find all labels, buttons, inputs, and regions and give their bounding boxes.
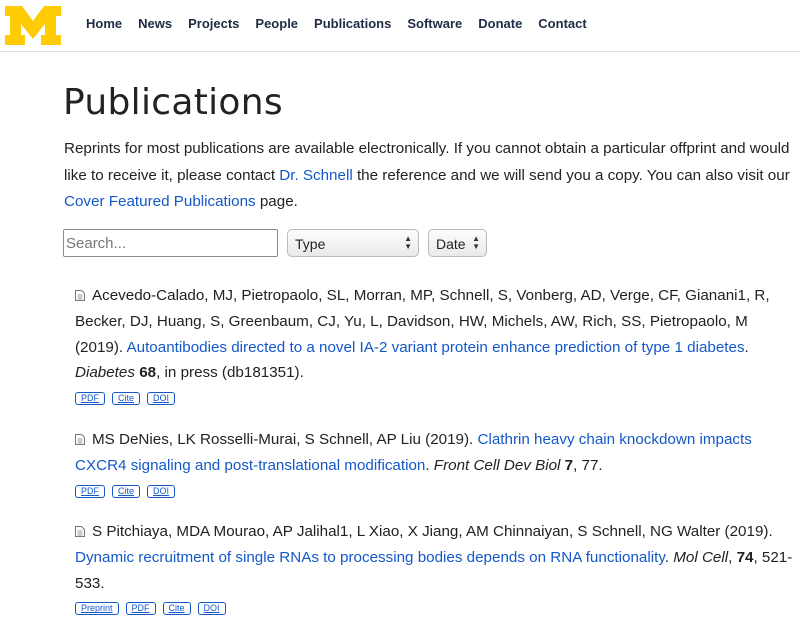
document-icon bbox=[75, 434, 85, 445]
intro-text-middle: the reference and we will send you a cop… bbox=[352, 166, 790, 184]
pub-badges: PDF Cite DOI bbox=[75, 484, 795, 498]
publication-item: Acevedo-Calado, MJ, Pietropaolo, SL, Mor… bbox=[75, 283, 795, 406]
document-icon bbox=[75, 290, 85, 301]
pub-title-link[interactable]: Autoantibodies directed to a novel IA-2 … bbox=[127, 339, 745, 356]
cite-button[interactable]: Cite bbox=[112, 392, 141, 406]
nav-publications[interactable]: Publications bbox=[314, 16, 391, 31]
pdf-button[interactable]: PDF bbox=[75, 392, 105, 406]
university-logo-icon[interactable] bbox=[5, 6, 61, 45]
pub-badges: Preprint PDF Cite DOI bbox=[75, 602, 795, 616]
main-nav: Home News Projects People Publications S… bbox=[86, 16, 603, 31]
doi-button[interactable]: DOI bbox=[197, 602, 226, 616]
pub-separator: . bbox=[425, 456, 434, 474]
nav-contact[interactable]: Contact bbox=[538, 16, 586, 31]
type-select[interactable]: Type ▲ ▼ bbox=[287, 229, 419, 257]
publication-item: S Pitchiaya, MDA Mourao, AP Jalihal1, L … bbox=[75, 519, 795, 616]
pub-volume: 7 bbox=[564, 456, 574, 474]
citation: Acevedo-Calado, MJ, Pietropaolo, SL, Mor… bbox=[75, 283, 795, 386]
site-header: Home News Projects People Publications S… bbox=[0, 0, 800, 52]
pub-journal: Mol Cell bbox=[673, 548, 729, 566]
pub-badges: PDF Cite DOI bbox=[75, 392, 795, 406]
pub-journal: Diabetes bbox=[75, 364, 135, 382]
pub-authors-year: S Pitchiaya, MDA Mourao, AP Jalihal1, L … bbox=[92, 523, 773, 540]
nav-news[interactable]: News bbox=[138, 16, 172, 31]
date-select[interactable]: Date ▲ ▼ bbox=[428, 229, 487, 257]
date-select-label: Date bbox=[436, 236, 466, 252]
cite-button[interactable]: Cite bbox=[162, 602, 191, 616]
pub-pages: , in press (db181351). bbox=[156, 364, 304, 382]
type-select-label: Type bbox=[295, 236, 326, 252]
nav-projects[interactable]: Projects bbox=[188, 16, 239, 31]
search-input[interactable] bbox=[63, 229, 278, 257]
citation: S Pitchiaya, MDA Mourao, AP Jalihal1, L … bbox=[75, 523, 793, 592]
preprint-button[interactable]: Preprint bbox=[75, 602, 119, 616]
document-icon bbox=[75, 526, 85, 537]
pdf-button[interactable]: PDF bbox=[125, 602, 156, 616]
publication-item: MS DeNies, LK Rosselli-Murai, S Schnell,… bbox=[75, 427, 795, 498]
pub-pages: , 77. bbox=[573, 456, 603, 474]
nav-people[interactable]: People bbox=[255, 16, 298, 31]
nav-home[interactable]: Home bbox=[86, 16, 122, 31]
pub-authors-year: MS DeNies, LK Rosselli-Murai, S Schnell,… bbox=[92, 431, 478, 448]
nav-donate[interactable]: Donate bbox=[478, 16, 522, 31]
select-arrows-icon: ▲ ▼ bbox=[472, 234, 480, 251]
select-arrows-icon: ▲ ▼ bbox=[404, 234, 412, 251]
contact-link[interactable]: Dr. Schnell bbox=[279, 167, 352, 184]
doi-button[interactable]: DOI bbox=[147, 484, 176, 498]
citation: MS DeNies, LK Rosselli-Murai, S Schnell,… bbox=[75, 427, 795, 479]
page-title: Publications bbox=[63, 82, 283, 123]
pub-volume: 74 bbox=[736, 548, 754, 566]
intro-paragraph: Reprints for most publications are avail… bbox=[64, 136, 794, 216]
cite-button[interactable]: Cite bbox=[112, 484, 141, 498]
nav-software[interactable]: Software bbox=[407, 16, 462, 31]
pub-separator: . bbox=[744, 338, 749, 356]
pub-title-link[interactable]: Dynamic recruitment of single RNAs to pr… bbox=[75, 549, 665, 566]
pub-volume: 68 bbox=[139, 364, 157, 382]
doi-button[interactable]: DOI bbox=[147, 392, 176, 406]
intro-text-end: page. bbox=[255, 193, 298, 210]
pub-separator: . bbox=[664, 548, 674, 566]
pub-journal: Front Cell Dev Biol bbox=[433, 456, 561, 474]
pdf-button[interactable]: PDF bbox=[75, 484, 105, 498]
cover-featured-link[interactable]: Cover Featured Publications bbox=[64, 193, 256, 210]
